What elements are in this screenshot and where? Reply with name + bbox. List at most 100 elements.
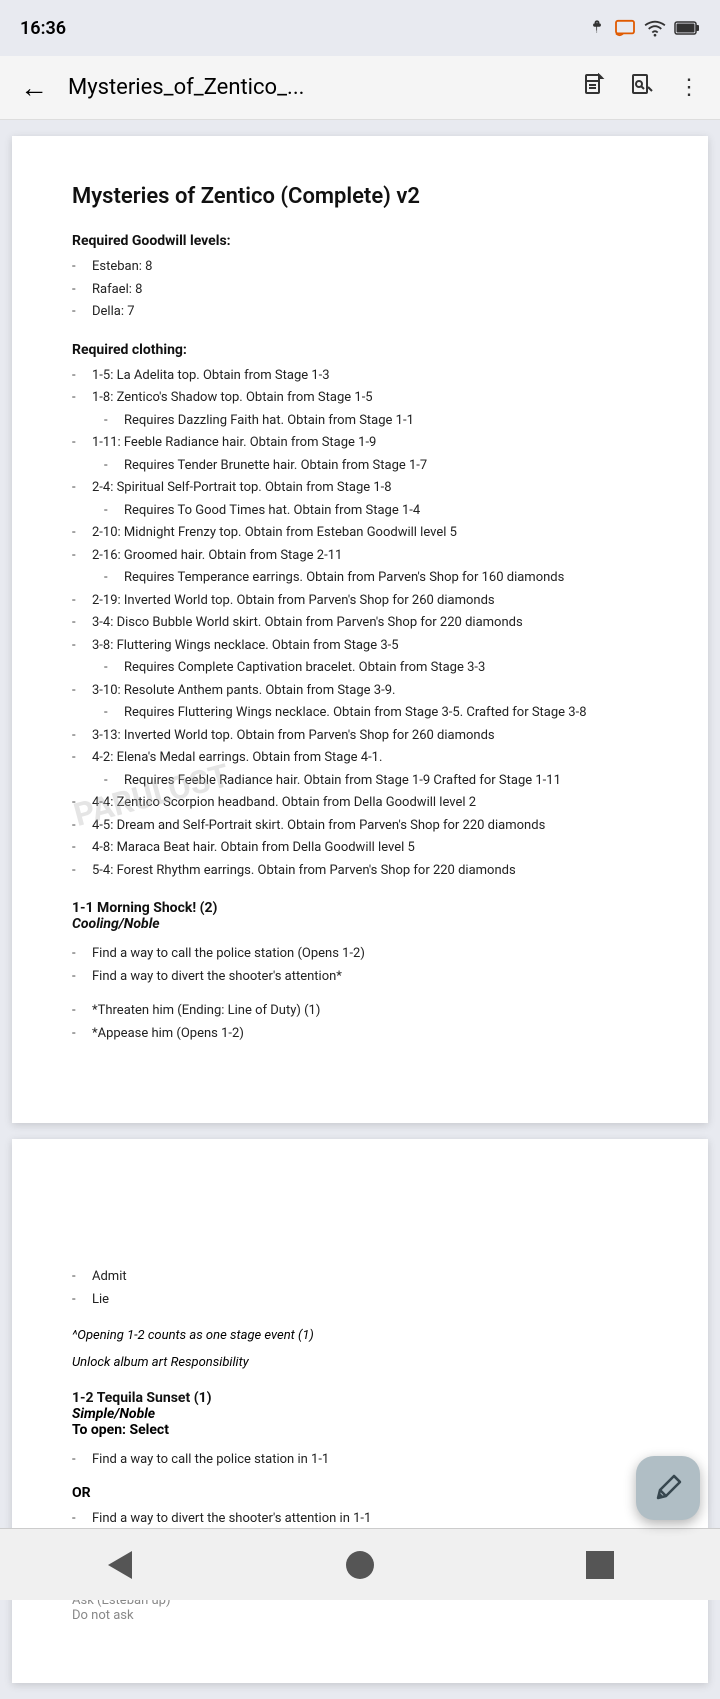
bullet: - — [72, 1001, 92, 1021]
document-icon[interactable] — [574, 65, 614, 111]
clothing-item-13: 4-5: Dream and Self-Portrait skirt. Obta… — [92, 816, 648, 836]
page2-note: ^Opening 1-2 counts as one stage event (… — [72, 1328, 648, 1343]
page2-choice-0: Admit — [92, 1267, 648, 1287]
clothing-section: Required clothing: - 1-5: La Adelita top… — [72, 342, 648, 881]
bullet: - — [72, 613, 92, 633]
list-item: - Lie — [72, 1290, 648, 1310]
bullet: - — [72, 388, 92, 408]
bullet: - — [72, 748, 92, 768]
sub-content: Requires Dazzling Faith hat. Obtain from… — [124, 411, 414, 431]
list-item: - 2-19: Inverted World top. Obtain from … — [72, 591, 648, 611]
status-bar: 16:36 ! — [0, 0, 720, 56]
clothing-item-3: 2-4: Spiritual Self-Portrait top. Obtain… — [92, 478, 648, 498]
sub-content: Requires Temperance earrings. Obtain fro… — [124, 568, 564, 588]
notification-icon: ! — [588, 19, 606, 37]
list-item: - 2-16: Groomed hair. Obtain from Stage … — [72, 546, 648, 566]
stage1-task-1: Find a way to divert the shooter's atten… — [92, 967, 648, 987]
bullet: - — [72, 302, 92, 322]
bullet: - — [72, 967, 92, 987]
back-button[interactable]: ← — [12, 63, 56, 112]
doc-title: Mysteries of Zentico (Complete) v2 — [72, 184, 648, 209]
list-item: - Rafael: 8 — [72, 280, 648, 300]
bullet: - — [72, 1450, 92, 1470]
clothing-item-1: 1-8: Zentico's Shadow top. Obtain from S… — [92, 388, 648, 408]
recents-nav-button[interactable] — [560, 1545, 640, 1585]
recents-nav-icon — [586, 1551, 614, 1579]
list-item: - Della: 7 — [72, 302, 648, 322]
sub-bullet: - — [104, 568, 124, 588]
list-item: - Admit — [72, 1267, 648, 1287]
list-item: - 4-2: Elena's Medal earrings. Obtain fr… — [72, 748, 648, 768]
sub-content: Requires To Good Times hat. Obtain from … — [124, 501, 420, 521]
list-item: - 4-5: Dream and Self-Portrait skirt. Ob… — [72, 816, 648, 836]
goodwill-esteban: Esteban: 8 — [92, 257, 648, 277]
bullet: - — [72, 1290, 92, 1310]
list-item: - Find a way to call the police station … — [72, 1450, 648, 1470]
bullet: - — [72, 478, 92, 498]
stage1-section: 1-1 Morning Shock! (2) Cooling/Noble - F… — [72, 900, 648, 1043]
goodwill-section: Required Goodwill levels: - Esteban: 8 -… — [72, 233, 648, 322]
bullet: - — [72, 280, 92, 300]
status-time: 16:36 — [20, 18, 66, 39]
sub-content: Requires Complete Captivation bracelet. … — [124, 658, 485, 678]
bullet: - — [72, 433, 92, 453]
sub-bullet: - — [104, 411, 124, 431]
stage1-choice-1: *Appease him (Opens 1-2) — [92, 1024, 648, 1044]
clothing-item-0: 1-5: La Adelita top. Obtain from Stage 1… — [92, 366, 648, 386]
sub-item: - Requires Feeble Radiance hair. Obtain … — [104, 771, 648, 791]
list-item: - 4-4: Zentico Scorpion headband. Obtain… — [72, 793, 648, 813]
page2-choice-1: Lie — [92, 1290, 648, 1310]
clothing-item-2: 1-11: Feeble Radiance hair. Obtain from … — [92, 433, 648, 453]
fab-button[interactable] — [636, 1456, 700, 1520]
clothing-item-8: 3-8: Fluttering Wings necklace. Obtain f… — [92, 636, 648, 656]
stage2-heading: 1-2 Tequila Sunset (1) — [72, 1390, 648, 1406]
clothing-item-4: 2-10: Midnight Frenzy top. Obtain from E… — [92, 523, 648, 543]
list-item: - 3-13: Inverted World top. Obtain from … — [72, 726, 648, 746]
sub-item: - Requires Fluttering Wings necklace. Ob… — [104, 703, 648, 723]
list-item: - 3-10: Resolute Anthem pants. Obtain fr… — [72, 681, 648, 701]
clothing-item-14: 4-8: Maraca Beat hair. Obtain from Della… — [92, 838, 648, 858]
bullet: - — [72, 726, 92, 746]
more-options-icon[interactable]: ⋮ — [670, 67, 708, 108]
bullet: - — [72, 838, 92, 858]
nav-bar — [0, 1528, 720, 1600]
stage2-open: To open: Select — [72, 1422, 648, 1438]
home-nav-button[interactable] — [320, 1545, 400, 1585]
bullet: - — [72, 257, 92, 277]
list-item: - 2-4: Spiritual Self-Portrait top. Obta… — [72, 478, 648, 498]
list-item: - 3-4: Disco Bubble World skirt. Obtain … — [72, 613, 648, 633]
app-bar-actions: ⋮ — [574, 65, 708, 111]
clothing-item-6: 2-19: Inverted World top. Obtain from Pa… — [92, 591, 648, 611]
clothing-item-5: 2-16: Groomed hair. Obtain from Stage 2-… — [92, 546, 648, 566]
sub-content: Requires Tender Brunette hair. Obtain fr… — [124, 456, 427, 476]
sub-bullet: - — [104, 771, 124, 791]
stage1-choice-0: *Threaten him (Ending: Line of Duty) (1) — [92, 1001, 648, 1021]
home-nav-icon — [346, 1551, 374, 1579]
sub-content: Requires Feeble Radiance hair. Obtain fr… — [124, 771, 561, 791]
sub-item: - Requires To Good Times hat. Obtain fro… — [104, 501, 648, 521]
back-nav-button[interactable] — [80, 1545, 160, 1585]
list-item: - 1-5: La Adelita top. Obtain from Stage… — [72, 366, 648, 386]
list-item: - Find a way to divert the shooter's att… — [72, 967, 648, 987]
sub-item: - Requires Complete Captivation bracelet… — [104, 658, 648, 678]
choices-sub-1: Do not ask — [72, 1608, 648, 1623]
bullet: - — [72, 1509, 92, 1529]
sub-item: - Requires Temperance earrings. Obtain f… — [104, 568, 648, 588]
list-item: - 5-4: Forest Rhythm earrings. Obtain fr… — [72, 861, 648, 881]
stage1-task-0: Find a way to call the police station (O… — [92, 944, 648, 964]
page-container: Mysteries of Zentico (Complete) v2 Requi… — [0, 120, 720, 1699]
bullet: - — [72, 944, 92, 964]
clothing-heading: Required clothing: — [72, 342, 648, 358]
clothing-item-9: 3-10: Resolute Anthem pants. Obtain from… — [92, 681, 648, 701]
bullet: - — [72, 366, 92, 386]
stage2-alt-task-0: Find a way to divert the shooter's atten… — [92, 1509, 648, 1529]
search-in-doc-icon[interactable] — [622, 65, 662, 111]
sub-item: - Requires Tender Brunette hair. Obtain … — [104, 456, 648, 476]
app-bar: ← Mysteries_of_Zentico_... ⋮ — [0, 56, 720, 120]
page2-unlock: Unlock album art Responsibility — [72, 1355, 648, 1370]
bullet: - — [72, 816, 92, 836]
list-item: - 4-8: Maraca Beat hair. Obtain from Del… — [72, 838, 648, 858]
bullet: - — [72, 591, 92, 611]
edit-icon — [652, 1472, 684, 1504]
status-icons: ! — [588, 19, 700, 37]
